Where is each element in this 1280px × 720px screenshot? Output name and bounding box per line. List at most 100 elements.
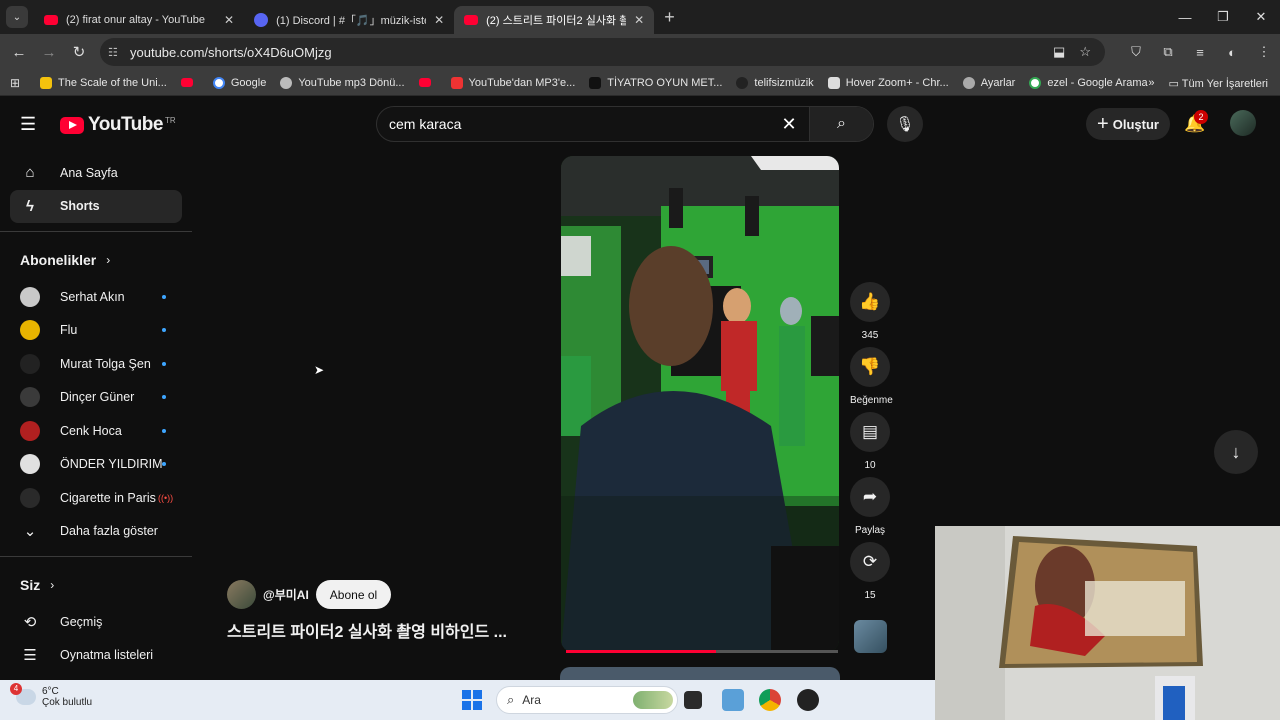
subscription-item[interactable]: Dinçer Güner [0, 381, 192, 415]
subscriptions-header[interactable]: Abonelikler › [0, 240, 192, 280]
share-button[interactable]: ➦ [850, 477, 890, 517]
remix-button[interactable]: ⟳ [850, 542, 890, 582]
sidebar-item-history[interactable]: ⟲ Geçmiş [0, 605, 192, 639]
restore-icon[interactable]: ❐ [1204, 9, 1242, 25]
you-header[interactable]: Siz › [0, 565, 192, 605]
profile-icon[interactable]: ◐ [1216, 45, 1248, 60]
bookmark-item[interactable]: telifsizmüzik [736, 76, 814, 89]
weather-widget[interactable]: 4 6°C Çok bulutlu [10, 683, 92, 708]
close-window-icon[interactable]: ✕ [1242, 9, 1280, 25]
app-icon[interactable] [797, 689, 819, 711]
bookmarks-bar: ⊞ The Scale of the Uni... Google YouTube… [0, 70, 1280, 96]
divider [0, 556, 192, 557]
apps-grid-icon[interactable]: ⊞ [10, 76, 26, 90]
taskbar-search[interactable]: ⌕ Ara [496, 686, 678, 714]
tab-search-button[interactable]: ⌄ [6, 6, 28, 28]
notifications-button[interactable]: 🔔 2 [1184, 110, 1208, 134]
browser-tab[interactable]: (1) Discord | #「🎵」müzik-istek ✕ [244, 6, 454, 34]
video-title[interactable]: 스트리트 파이터2 실사화 촬영 비하인드 ... [227, 618, 507, 642]
dislike-button[interactable]: 👎 [850, 347, 890, 387]
channel-avatar[interactable] [227, 580, 256, 609]
new-content-dot [162, 328, 166, 333]
hamburger-menu-icon[interactable]: ☰ [20, 114, 36, 135]
bookmark-item[interactable]: YouTube'dan MP3'e... [450, 76, 575, 89]
remix-action: ⟳ 15 [850, 542, 890, 601]
widgets-app-icon[interactable] [722, 689, 744, 711]
subscription-item[interactable]: Cigarette in Paris ((•)) [0, 481, 192, 515]
bookmark-item[interactable]: YouTube mp3 Dönü... [280, 76, 405, 89]
search-highlight-image [633, 691, 673, 709]
close-icon[interactable]: ✕ [434, 13, 444, 27]
bookmark-item[interactable] [418, 78, 437, 87]
globe-icon [280, 76, 293, 89]
minimize-icon[interactable]: — [1166, 10, 1204, 25]
youtube-logo[interactable]: YouTube TR [60, 114, 176, 136]
more-bookmarks-icon[interactable]: » [1148, 77, 1154, 89]
channel-name[interactable]: @부미AI [263, 586, 309, 603]
clear-search-icon[interactable]: ✕ [769, 114, 809, 135]
sidebar-item-shorts[interactable]: ϟ Shorts [10, 189, 182, 223]
discord-icon [254, 13, 269, 27]
comments-button[interactable]: ▤ [850, 412, 890, 452]
back-icon[interactable]: ← [4, 44, 34, 61]
more-menu-icon[interactable]: ⋮ [1248, 44, 1280, 60]
shield-extension-icon[interactable]: ⛉ [1120, 44, 1152, 60]
bookmark-star-icon[interactable]: ☆ [1079, 44, 1091, 60]
bookmark-item[interactable]: The Scale of the Uni... [40, 76, 167, 89]
start-button[interactable] [462, 690, 482, 710]
new-tab-button[interactable]: + [664, 7, 675, 28]
voice-search-button[interactable]: 🎙 [887, 106, 923, 142]
subscription-item[interactable]: Serhat Akın [0, 280, 192, 314]
next-short-preview[interactable] [560, 667, 840, 681]
bookmark-item[interactable]: TİYATRO OYUN MET... [589, 76, 722, 89]
url-bar[interactable]: ☷ youtube.com/shorts/oX4D6uOMjzg ⬓ ☆ [100, 38, 1105, 66]
thumbs-down-icon: 👎 [859, 357, 881, 376]
channel-avatar [20, 487, 40, 508]
subscribe-button[interactable]: Abone ol [315, 580, 392, 609]
subscription-item[interactable]: Flu [0, 314, 192, 348]
shorts-video-player[interactable] [561, 156, 839, 652]
bookmark-icon [40, 76, 52, 89]
crown-icon [589, 76, 602, 89]
subscription-item[interactable]: ÖNDER YILDIRIM [0, 448, 192, 482]
sound-thumbnail[interactable] [854, 620, 887, 653]
site-info-icon[interactable]: ☷ [108, 46, 130, 59]
browser-tab[interactable]: (2) firat onur altay - YouTube ✕ [34, 6, 244, 34]
bookmark-item[interactable]: Google [212, 76, 266, 89]
subscription-item[interactable]: Cenk Hoca [0, 414, 192, 448]
reload-icon[interactable]: ↻ [64, 43, 94, 61]
bookmark-item[interactable] [180, 78, 199, 87]
bookmark-item[interactable]: Hover Zoom+ - Chr... [827, 76, 949, 89]
search-button[interactable]: ⌕ [809, 107, 873, 141]
bookmark-item[interactable]: ezel - Google Arama [1029, 76, 1148, 89]
browser-tab-active[interactable]: (2) 스트리트 파이터2 실사화 촬영 ✕ [454, 6, 655, 34]
tab-title: (2) firat onur altay - YouTube [66, 14, 206, 26]
window-controls: — ❐ ✕ [1166, 0, 1280, 34]
chevron-right-icon: › [50, 578, 55, 592]
media-control-icon[interactable]: ≡ [1184, 45, 1216, 60]
account-avatar[interactable] [1230, 110, 1256, 136]
task-view-icon[interactable] [684, 691, 702, 709]
search-input[interactable]: cem karaca [389, 116, 769, 132]
install-app-icon[interactable]: ⬓ [1053, 44, 1065, 60]
bookmark-item[interactable]: Ayarlar [962, 76, 1015, 89]
all-bookmarks-folder[interactable]: ▭ Tüm Yer İşaretleri [1169, 77, 1268, 90]
chrome-icon[interactable] [759, 689, 781, 711]
channel-avatar [20, 320, 40, 341]
video-progress-bar[interactable] [566, 650, 838, 653]
sidebar-item-home[interactable]: ⌂ Ana Sayfa [0, 156, 192, 190]
show-more-button[interactable]: ⌄ Daha fazla göster [0, 515, 192, 549]
like-button[interactable]: 👍 [850, 282, 890, 322]
forward-icon[interactable]: → [34, 44, 64, 61]
create-button[interactable]: + Oluştur [1086, 108, 1170, 140]
close-icon[interactable]: ✕ [224, 13, 234, 27]
subscription-item[interactable]: Murat Tolga Şen [0, 347, 192, 381]
weather-badge: 4 [10, 683, 22, 695]
extensions-icon[interactable]: ⧉ [1152, 44, 1184, 60]
close-icon[interactable]: ✕ [634, 13, 644, 27]
address-toolbar: ← → ↻ ☷ youtube.com/shorts/oX4D6uOMjzg ⬓… [0, 34, 1280, 70]
sidebar-item-playlists[interactable]: ☰ Oynatma listeleri [0, 639, 192, 673]
dislike-action: 👎 Beğenme [850, 347, 893, 406]
youtube-icon [44, 15, 58, 25]
next-video-button[interactable]: ↓ [1214, 430, 1258, 474]
